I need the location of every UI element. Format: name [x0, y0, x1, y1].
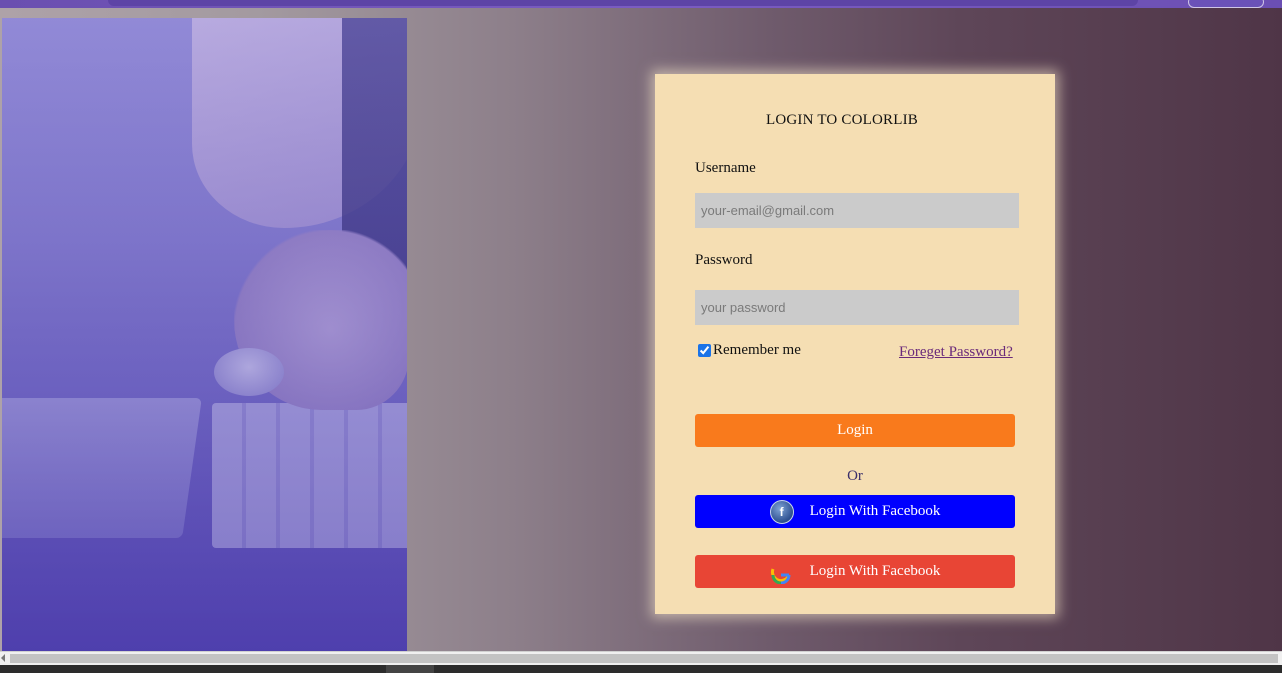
remember-checkbox[interactable] [698, 344, 711, 357]
login-title: LOGIN TO COLORLIB [765, 112, 918, 128]
image-overlay [2, 18, 407, 651]
login-card: LOGIN TO COLORLIB Username Password Reme… [655, 74, 1055, 614]
scrollbar-thumb[interactable] [10, 654, 1278, 663]
address-bar[interactable] [108, 0, 1138, 6]
facebook-icon: f [769, 499, 794, 524]
google-icon [770, 567, 791, 584]
username-input[interactable] [695, 193, 1019, 228]
browser-top-bar [0, 0, 1282, 8]
facebook-button-label: Login With Facebook [809, 503, 941, 519]
password-label: Password [695, 252, 753, 268]
profile-button[interactable] [1188, 0, 1264, 8]
login-button[interactable]: Login [695, 414, 1015, 447]
login-button-label: Login [837, 422, 873, 438]
username-label: Username [695, 160, 756, 176]
scroll-left-icon[interactable] [1, 654, 5, 662]
google-login-button[interactable]: Login With Facebook [695, 555, 1015, 588]
or-divider: Or [847, 468, 863, 484]
taskbar [0, 665, 1282, 673]
facebook-login-button[interactable]: f Login With Facebook [695, 495, 1015, 528]
taskbar-item[interactable] [386, 665, 434, 673]
horizontal-scrollbar[interactable] [0, 651, 1282, 666]
login-page [0, 8, 1282, 651]
remember-label: Remember me [713, 342, 801, 358]
password-input[interactable] [695, 290, 1019, 325]
hero-image [2, 18, 407, 651]
remember-me[interactable]: Remember me [698, 342, 801, 359]
google-button-label: Login With Facebook [809, 563, 941, 579]
forgot-password-link[interactable]: Foreget Password? [899, 344, 1013, 361]
